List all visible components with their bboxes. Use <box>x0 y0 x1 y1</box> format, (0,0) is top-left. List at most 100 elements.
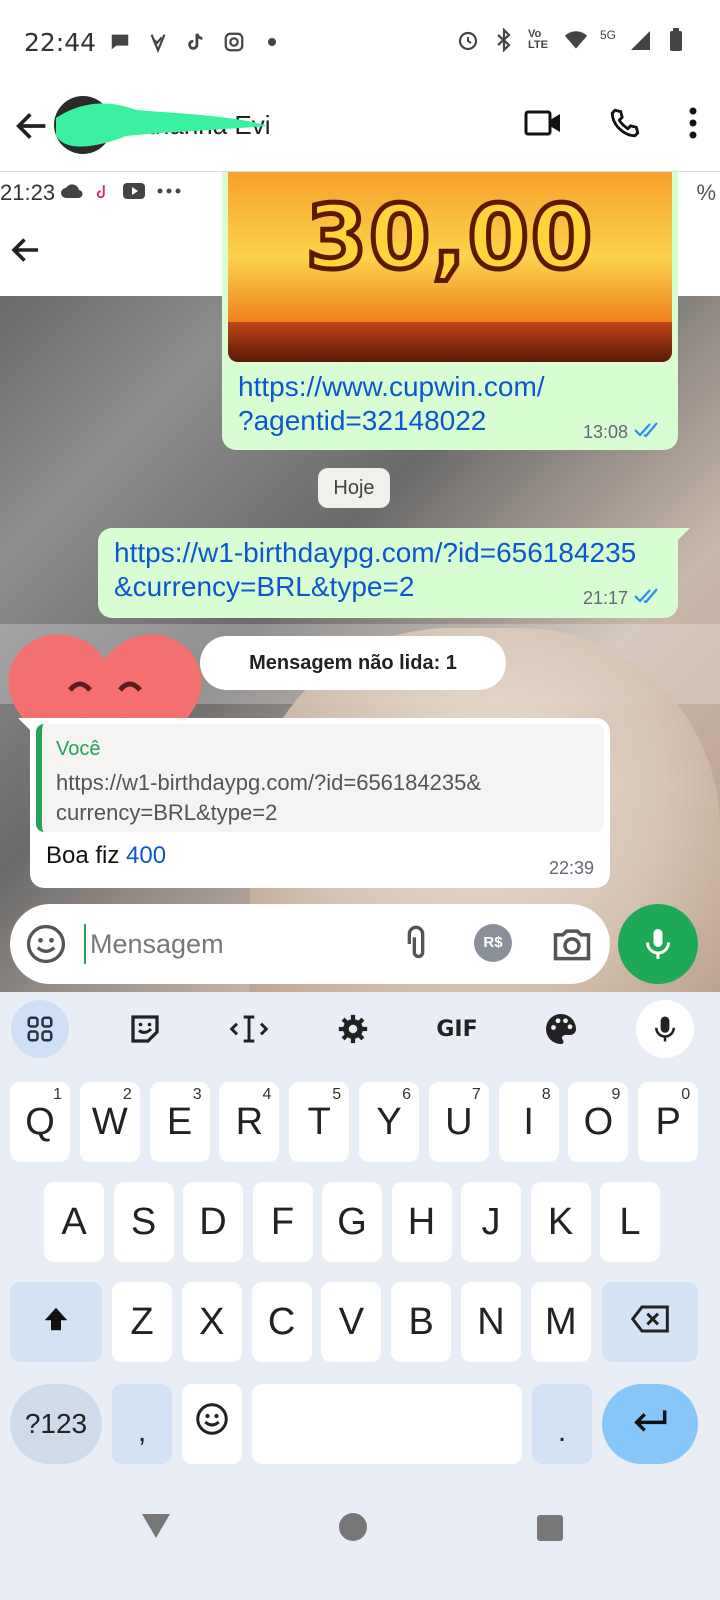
key-s[interactable]: S <box>113 1182 174 1262</box>
shift-key[interactable] <box>10 1282 102 1362</box>
key-k[interactable]: K <box>530 1182 591 1262</box>
backspace-key[interactable] <box>602 1282 698 1362</box>
key-f[interactable]: F <box>252 1182 313 1262</box>
image-message-bubble[interactable]: 30,00 https://www.cupwin.com/ ?agentid=3… <box>222 172 678 450</box>
dot-icon <box>260 30 284 54</box>
promo-amount: 30,00 <box>303 184 595 292</box>
key-c[interactable]: C <box>251 1282 312 1362</box>
promo-link-line2[interactable]: ?agentid=32148022 <box>238 404 598 438</box>
home-circle-icon[interactable] <box>338 1512 368 1547</box>
text-cursor-icon[interactable] <box>220 1000 278 1058</box>
outgoing-link-line1[interactable]: https://w1-birthdaypg.com/?id=656184235 <box>114 536 674 570</box>
gif-button[interactable]: GIF <box>428 1000 486 1058</box>
volte-label: Vo LTE <box>527 28 548 51</box>
tiktok-icon <box>184 30 208 54</box>
chat-area[interactable]: 21:23 % 30,00 https://www.cupwin.com/ ?a… <box>0 172 720 1012</box>
key-y[interactable]: Y6 <box>359 1082 419 1162</box>
emoji-icon[interactable] <box>24 922 68 966</box>
youtube-icon <box>122 182 146 207</box>
quoted-message[interactable]: Você https://w1-birthdaypg.com/?id=65618… <box>36 724 604 832</box>
space-key[interactable] <box>252 1384 522 1464</box>
date-chip: Hoje <box>318 468 390 508</box>
bluetooth-icon <box>492 28 516 52</box>
instagram-icon <box>222 30 246 54</box>
palette-icon[interactable] <box>532 1000 590 1058</box>
more-options-icon[interactable] <box>688 106 698 145</box>
message-input[interactable] <box>84 924 384 964</box>
key-hint: 3 <box>192 1086 202 1103</box>
payment-icon[interactable]: R$ <box>474 924 512 962</box>
quote-line2: currency=BRL&type=2 <box>56 800 278 825</box>
keyboard-toolbar: GIF <box>0 992 720 1066</box>
key-r[interactable]: R4 <box>219 1082 280 1162</box>
alarm-icon <box>456 28 480 52</box>
outgoing-message-bubble[interactable]: https://w1-birthdaypg.com/?id=656184235 … <box>98 528 678 618</box>
keyboard-mic-icon[interactable] <box>636 1000 694 1058</box>
navigation-bar <box>0 1474 720 1600</box>
promo-link-line1[interactable]: https://www.cupwin.com/ <box>238 370 598 404</box>
battery-icon <box>664 28 688 52</box>
key-w[interactable]: W2 <box>79 1082 140 1162</box>
key-o[interactable]: O9 <box>568 1082 629 1162</box>
back-arrow-icon <box>8 232 44 268</box>
key-g[interactable]: G <box>322 1182 382 1262</box>
camera-icon[interactable] <box>550 922 594 966</box>
quote-author: Você <box>56 738 101 760</box>
attach-clip-icon[interactable] <box>396 922 436 966</box>
microphone-icon <box>640 924 676 969</box>
key-p[interactable]: P0 <box>638 1082 699 1162</box>
bubble-tail <box>676 528 690 542</box>
chat-header: ...thanna Evi <box>0 86 720 172</box>
key-d[interactable]: D <box>183 1182 243 1262</box>
key-z[interactable]: Z <box>112 1282 172 1362</box>
key-t[interactable]: T5 <box>289 1082 350 1162</box>
system-icons: Vo LTE 5G <box>456 28 688 52</box>
double-check-icon <box>634 422 662 443</box>
tiktok-icon <box>94 182 112 207</box>
key-u[interactable]: U7 <box>428 1082 489 1162</box>
incoming-number-link[interactable]: 400 <box>126 842 166 869</box>
message-time: 13:08 <box>582 422 628 442</box>
promo-image[interactable]: 30,00 <box>228 172 672 362</box>
key-hint: 7 <box>471 1086 481 1103</box>
key-j[interactable]: J <box>461 1182 521 1262</box>
promo-stage <box>228 322 672 362</box>
cloud-icon <box>60 182 84 207</box>
enter-key[interactable] <box>602 1384 698 1464</box>
message-composer: R$ <box>10 904 610 984</box>
apps-grid-icon[interactable] <box>11 1000 69 1058</box>
key-a[interactable]: A <box>44 1182 104 1262</box>
emoji-key[interactable] <box>182 1384 242 1464</box>
key-m[interactable]: M <box>530 1282 591 1362</box>
shift-arrow-icon <box>40 1301 72 1344</box>
recents-square-icon[interactable] <box>536 1514 564 1547</box>
sticker-icon[interactable] <box>116 1000 174 1058</box>
key-i[interactable]: I8 <box>498 1082 559 1162</box>
key-q[interactable]: Q1 <box>10 1082 70 1162</box>
quote-line1: https://w1-birthdaypg.com/?id=656184235& <box>56 770 482 795</box>
enter-arrow-icon <box>630 1403 670 1446</box>
key-l[interactable]: L <box>600 1182 660 1262</box>
status-bar: 22:44 Vo LTE 5G <box>0 0 720 86</box>
voice-record-button[interactable] <box>618 904 698 984</box>
keyboard: GIF ?123 , . Q1W2E3R4T5Y6U7I8O9P0 ASDFGH <box>0 992 720 1474</box>
back-triangle-icon[interactable] <box>140 1510 172 1545</box>
promo-link[interactable]: https://www.cupwin.com/ ?agentid=3214802… <box>238 370 598 438</box>
incoming-message-bubble[interactable]: Você https://w1-birthdaypg.com/?id=65618… <box>30 718 610 888</box>
key-e[interactable]: E3 <box>149 1082 210 1162</box>
key-n[interactable]: N <box>461 1282 521 1362</box>
voice-call-icon[interactable] <box>608 106 642 145</box>
symbols-key[interactable]: ?123 <box>10 1384 102 1464</box>
video-call-icon[interactable] <box>524 106 562 145</box>
key-b[interactable]: B <box>391 1282 452 1362</box>
period-key[interactable]: . <box>532 1384 592 1464</box>
unread-banner: Mensagem não lida: 1 <box>200 636 506 690</box>
key-hint: 8 <box>541 1086 551 1103</box>
key-h[interactable]: H <box>391 1182 452 1262</box>
key-hint: 2 <box>122 1086 132 1103</box>
key-v[interactable]: V <box>321 1282 382 1362</box>
comma-key[interactable]: , <box>112 1384 172 1464</box>
settings-gear-icon[interactable] <box>324 1000 382 1058</box>
key-x[interactable]: X <box>181 1282 242 1362</box>
key-hint: 9 <box>611 1086 621 1103</box>
